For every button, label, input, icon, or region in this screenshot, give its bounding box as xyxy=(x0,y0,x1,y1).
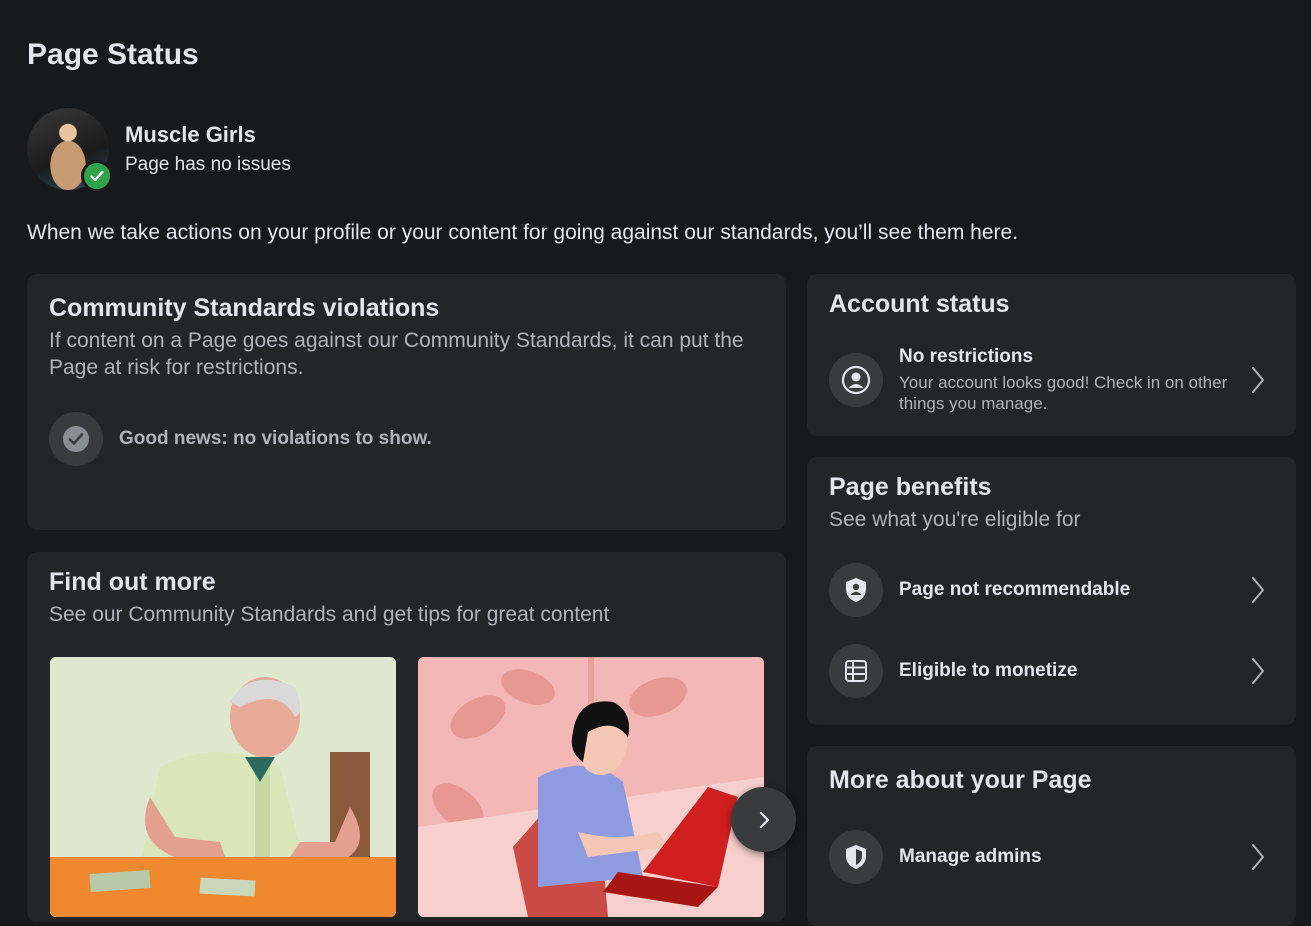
account-status-card: Account status No restrictions Your acco… xyxy=(807,274,1296,436)
page-benefits-title: Page benefits xyxy=(829,473,992,501)
page-name: Muscle Girls xyxy=(125,122,256,147)
no-restrictions-desc: Your account looks good! Check in on oth… xyxy=(899,373,1228,413)
chevron-right-icon xyxy=(1246,363,1270,397)
chevron-right-icon xyxy=(1246,573,1270,607)
page-benefits-subtitle: See what you're eligible for xyxy=(829,508,1081,531)
illustration-man-at-table[interactable] xyxy=(50,657,396,917)
account-status-row[interactable]: No restrictions Your account looks good!… xyxy=(829,346,1274,414)
page-not-recommendable-row[interactable]: Page not recommendable xyxy=(829,563,1274,617)
check-circle-icon xyxy=(49,412,103,466)
page-status-text: Page has no issues xyxy=(125,154,291,175)
violations-card: Community Standards violations If conten… xyxy=(27,274,786,530)
shield-person-icon xyxy=(829,563,883,617)
no-violations-row: Good news: no violations to show. xyxy=(49,412,432,466)
find-out-more-title: Find out more xyxy=(49,568,216,596)
chevron-right-icon xyxy=(1246,840,1270,874)
manage-admins-label: Manage admins xyxy=(899,846,1042,867)
manage-admins-row[interactable]: Manage admins xyxy=(829,830,1274,884)
page-title: Page Status xyxy=(27,38,199,71)
find-out-more-subtitle: See our Community Standards and get tips… xyxy=(49,603,610,626)
violations-subtitle: If content on a Page goes against our Co… xyxy=(49,329,744,379)
chevron-right-icon xyxy=(759,811,769,828)
find-out-more-card: Find out more See our Community Standard… xyxy=(27,552,796,922)
carousel-next-button[interactable] xyxy=(731,787,796,852)
shield-icon xyxy=(829,830,883,884)
more-about-page-title: More about your Page xyxy=(829,766,1092,794)
illustration-woman-at-laptop[interactable] xyxy=(418,657,764,917)
eligible-to-monetize-label: Eligible to monetize xyxy=(899,660,1078,681)
page-benefits-card: Page benefits See what you're eligible f… xyxy=(807,457,1296,725)
check-badge-icon xyxy=(81,160,113,192)
violations-title: Community Standards violations xyxy=(49,294,440,322)
page-not-recommendable-label: Page not recommendable xyxy=(899,579,1131,600)
no-restrictions-label: No restrictions xyxy=(899,346,1034,367)
intro-text: When we take actions on your profile or … xyxy=(27,221,1019,244)
avatar[interactable] xyxy=(27,108,113,192)
user-circle-icon xyxy=(829,353,883,407)
money-stack-icon xyxy=(829,644,883,698)
more-about-page-card: More about your Page Manage admins xyxy=(807,746,1296,926)
chevron-right-icon xyxy=(1246,654,1270,688)
account-status-title: Account status xyxy=(829,290,1010,318)
page-profile: Muscle Girls Page has no issues xyxy=(27,108,291,192)
eligible-to-monetize-row[interactable]: Eligible to monetize xyxy=(829,644,1274,698)
no-violations-text: Good news: no violations to show. xyxy=(119,428,432,449)
